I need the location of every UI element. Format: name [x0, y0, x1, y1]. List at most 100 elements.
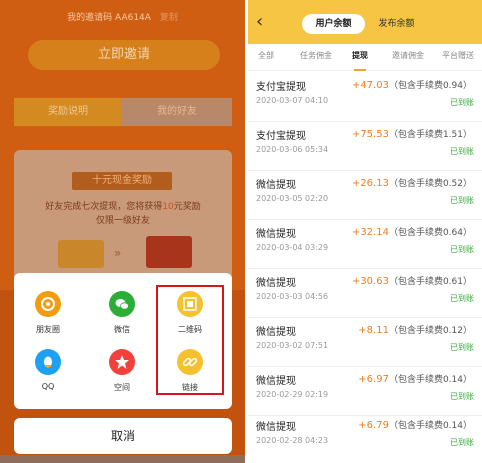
record-fee: （包含手续费0.14）	[388, 375, 472, 385]
record-date: 2020-03-06 05:34	[256, 145, 329, 154]
record-date: 2020-03-05 02:20	[256, 194, 329, 203]
red-envelope-illustration	[146, 236, 192, 268]
record-title: 微信提现	[256, 278, 296, 289]
filter-tab-withdraw[interactable]: 提现	[352, 44, 368, 71]
record-title: 微信提现	[256, 229, 296, 240]
record-date: 2020-03-04 03:29	[256, 243, 329, 252]
record-amount: +32.14（包含手续费0.64）	[352, 225, 472, 238]
record-amount: +30.63（包含手续费0.61）	[352, 274, 472, 287]
invite-tabs: 奖励说明 我的好友	[14, 98, 232, 126]
record-amount: +8.11（包含手续费0.12）	[358, 323, 472, 336]
record-amount-value: +75.53	[351, 129, 389, 140]
record-status: 已到账	[450, 392, 474, 401]
record-title: 微信提现	[256, 180, 296, 191]
list-item[interactable]: 微信提现 2020-03-04 03:29 +32.14（包含手续费0.64） …	[248, 219, 482, 269]
reward-amount: 10	[162, 202, 174, 212]
record-status: 已到账	[450, 196, 474, 205]
record-status: 已到账	[450, 294, 474, 303]
share-qq[interactable]: QQ	[18, 349, 78, 391]
record-amount: +47.03（包含手续费0.94）	[352, 78, 472, 91]
share-label: 朋友圈	[36, 325, 60, 334]
qq-icon	[35, 349, 61, 375]
list-item[interactable]: 微信提现 2020-03-02 07:51 +8.11（包含手续费0.12） 已…	[248, 317, 482, 367]
reward-description: 好友完成七次提现，您将获得10元奖励 仅限一级好友	[14, 200, 232, 228]
record-fee: （包含手续费0.14）	[388, 421, 472, 431]
record-amount-value: +8.11	[358, 325, 389, 336]
record-fee: （包含手续费0.52）	[388, 179, 472, 189]
record-amount-value: +47.03	[351, 80, 389, 91]
share-moments[interactable]: 朋友圈	[18, 291, 78, 335]
record-date: 2020-03-03 04:56	[256, 292, 329, 301]
record-title: 微信提现	[256, 422, 296, 433]
record-date: 2020-02-29 02:19	[256, 390, 329, 399]
arrow-right-icon: »	[114, 246, 122, 260]
list-item[interactable]: 微信提现 2020-03-05 02:20 +26.13（包含手续费0.52） …	[248, 170, 482, 220]
list-item[interactable]: 微信提现 2020-02-29 02:19 +6.97（包含手续费0.14） 已…	[248, 366, 482, 416]
record-title: 支付宝提现	[256, 131, 306, 142]
filter-tab-platform-gift[interactable]: 平台赠送	[442, 44, 474, 70]
record-amount: +6.79（包含手续费0.14）	[358, 418, 472, 431]
list-item[interactable]: 支付宝提现 2020-03-06 05:34 +75.53（包含手续费1.51）…	[248, 121, 482, 171]
reward-desc-suffix: 元奖励	[173, 202, 201, 212]
record-title: 微信提现	[256, 376, 296, 387]
highlight-annotation	[156, 285, 224, 395]
record-status: 已到账	[450, 147, 474, 156]
record-fee: （包含手续费1.51）	[388, 130, 472, 140]
record-amount-value: +32.14	[351, 227, 389, 238]
copy-code-button[interactable]: 复制	[160, 13, 178, 23]
tab-my-friends[interactable]: 我的好友	[122, 98, 232, 126]
record-fee: （包含手续费0.94）	[388, 81, 472, 91]
record-title: 支付宝提现	[256, 82, 306, 93]
record-fee: （包含手续费0.61）	[388, 277, 472, 287]
record-date: 2020-03-02 07:51	[256, 341, 329, 350]
invite-code-text: 我的邀请码 AA614A	[67, 13, 151, 23]
record-fee: （包含手续费0.12）	[388, 326, 472, 336]
record-amount: +75.53（包含手续费1.51）	[352, 127, 472, 140]
share-wechat[interactable]: 微信	[92, 291, 152, 335]
record-date: 2020-03-07 04:10	[256, 96, 329, 105]
record-amount: +6.97（包含手续费0.14）	[358, 372, 472, 385]
share-qzone[interactable]: 空间	[92, 349, 152, 393]
record-status: 已到账	[450, 98, 474, 107]
reward-title: 十元现金奖励	[72, 172, 172, 190]
voucher-illustration	[58, 240, 104, 268]
filter-tabs: 全部 任务佣金 提现 邀请佣金 平台赠送	[248, 44, 482, 71]
filter-tab-invite-commission[interactable]: 邀请佣金	[392, 44, 424, 70]
list-item[interactable]: 微信提现 2020-03-03 04:56 +30.63（包含手续费0.61） …	[248, 268, 482, 318]
tab-user-balance[interactable]: 用户余额	[302, 14, 365, 34]
record-status: 已到账	[450, 438, 474, 447]
list-item[interactable]: 支付宝提现 2020-03-07 04:10 +47.03（包含手续费0.94）…	[248, 72, 482, 122]
record-amount-value: +6.97	[358, 374, 389, 385]
reward-desc-prefix: 好友完成七次提现，您将获得	[45, 202, 163, 212]
balance-screen: ‹ 用户余额 发布余额 全部 任务佣金 提现 邀请佣金 平台赠送 支付宝提现 2…	[248, 0, 482, 463]
cancel-button[interactable]: 取消	[14, 418, 232, 454]
wechat-icon	[109, 291, 135, 317]
record-title: 微信提现	[256, 327, 296, 338]
active-tab-underline	[354, 69, 366, 71]
balance-segment-control: 用户余额 发布余额	[302, 14, 428, 34]
invite-now-button[interactable]: 立即邀请	[28, 40, 220, 70]
filter-tab-withdraw-label: 提现	[352, 51, 368, 60]
record-amount-value: +26.13	[351, 178, 389, 189]
record-amount: +26.13（包含手续费0.52）	[352, 176, 472, 189]
record-amount-value: +30.63	[351, 276, 389, 287]
record-status: 已到账	[450, 245, 474, 254]
qzone-icon	[109, 349, 135, 375]
record-date: 2020-02-28 04:23	[256, 436, 329, 445]
invite-code: 我的邀请码 AA614A 复制	[0, 10, 245, 23]
moments-icon	[35, 291, 61, 317]
bottom-nav-shadow	[0, 455, 245, 463]
tab-publish-balance[interactable]: 发布余额	[365, 14, 428, 34]
list-item[interactable]: 微信提现 2020-02-28 04:23 +6.79（包含手续费0.14） 已…	[248, 412, 482, 461]
record-fee: （包含手续费0.64）	[388, 228, 472, 238]
filter-tab-all[interactable]: 全部	[258, 44, 274, 70]
invite-screen: 我的邀请码 AA614A 复制 立即邀请 奖励说明 我的好友 十元现金奖励 好友…	[0, 0, 245, 463]
tab-reward-rules[interactable]: 奖励说明	[14, 98, 122, 126]
reward-desc-line2: 仅限一级好友	[95, 216, 150, 226]
share-label: 空间	[114, 383, 130, 392]
back-arrow-icon[interactable]: ‹	[256, 13, 263, 31]
record-status: 已到账	[450, 343, 474, 352]
filter-tab-task-commission[interactable]: 任务佣金	[300, 44, 332, 70]
balance-header: ‹ 用户余额 发布余额	[248, 0, 482, 44]
share-sheet: 朋友圈 微信 二维码 QQ 空间 链接	[14, 273, 232, 409]
